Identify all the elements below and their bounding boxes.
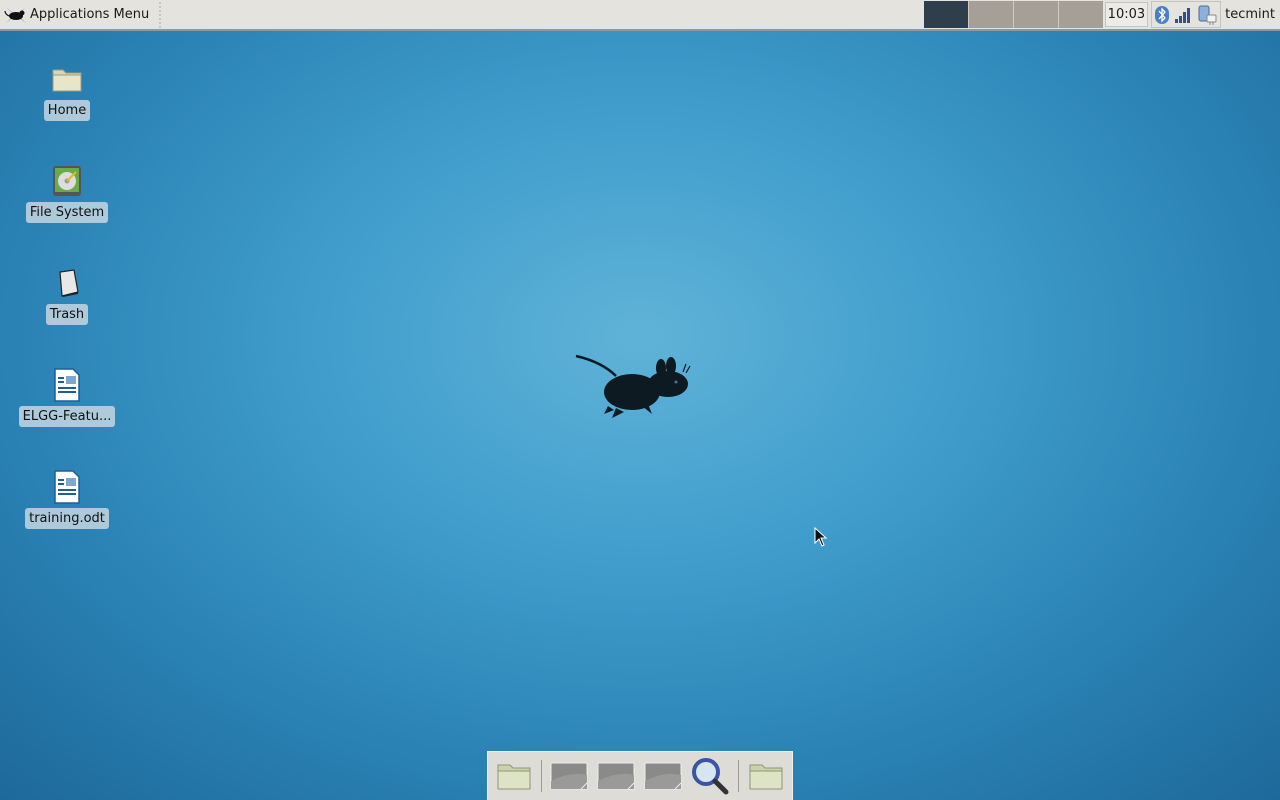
dock-window-2-button[interactable] <box>595 755 638 797</box>
desktop-icon-training-odt[interactable]: training.odt <box>12 468 122 529</box>
panel-separator <box>159 1 163 28</box>
desktop-icon-trash[interactable]: Trash <box>12 264 122 325</box>
network-signal-icon[interactable] <box>1174 6 1192 24</box>
dock-app-finder-button[interactable] <box>689 755 732 797</box>
document-icon <box>47 468 87 506</box>
mouse-cursor-icon <box>814 527 828 547</box>
window-icon <box>597 762 635 790</box>
workspace-3[interactable] <box>1012 1 1058 28</box>
xfce-mouse-wallpaper-icon <box>575 354 691 418</box>
desktop-icon-label: training.odt <box>25 508 109 529</box>
bottom-dock <box>487 751 793 800</box>
dock-separator <box>737 760 739 792</box>
dock-separator <box>541 760 542 792</box>
desktop-icon-home[interactable]: Home <box>12 60 122 121</box>
document-icon <box>47 366 87 404</box>
desktop-icon-elgg-features[interactable]: ELGG-Featu... <box>12 366 122 427</box>
desktop-icon-label: Home <box>43 100 91 121</box>
desktop-icon-label: Trash <box>45 304 89 325</box>
trash-icon <box>47 264 87 302</box>
workspace-2[interactable] <box>967 1 1013 28</box>
power-battery-icon[interactable] <box>1196 5 1218 25</box>
desktop-icon-label: File System <box>25 202 109 223</box>
clock[interactable]: 10:03 <box>1104 2 1149 27</box>
search-icon <box>692 758 729 795</box>
drive-icon <box>47 162 87 200</box>
folder-icon <box>47 60 87 98</box>
dock-folder-button[interactable] <box>745 755 788 797</box>
dock-window-1-button[interactable] <box>548 755 591 797</box>
user-menu[interactable]: tecmint <box>1225 7 1280 22</box>
folder-icon <box>749 764 783 790</box>
folder-icon <box>497 764 530 790</box>
dock-file-manager-button[interactable] <box>492 755 535 797</box>
workspace-1[interactable] <box>923 1 968 28</box>
window-icon <box>644 762 682 790</box>
workspace-4[interactable] <box>1057 1 1103 28</box>
window-icon <box>550 762 588 790</box>
top-panel: Applications Menu 10:03 tecmint <box>0 0 1280 31</box>
desktop-icon-label: ELGG-Featu... <box>18 406 116 427</box>
xfce-logo-icon <box>4 6 26 23</box>
system-tray <box>1151 1 1222 28</box>
applications-menu-button[interactable]: Applications Menu <box>0 0 157 29</box>
dock-window-3-button[interactable] <box>642 755 685 797</box>
workspace-switcher <box>923 1 1103 28</box>
applications-menu-label: Applications Menu <box>30 7 150 22</box>
desktop-icon-file-system[interactable]: File System <box>12 162 122 223</box>
bluetooth-icon[interactable] <box>1154 5 1170 25</box>
